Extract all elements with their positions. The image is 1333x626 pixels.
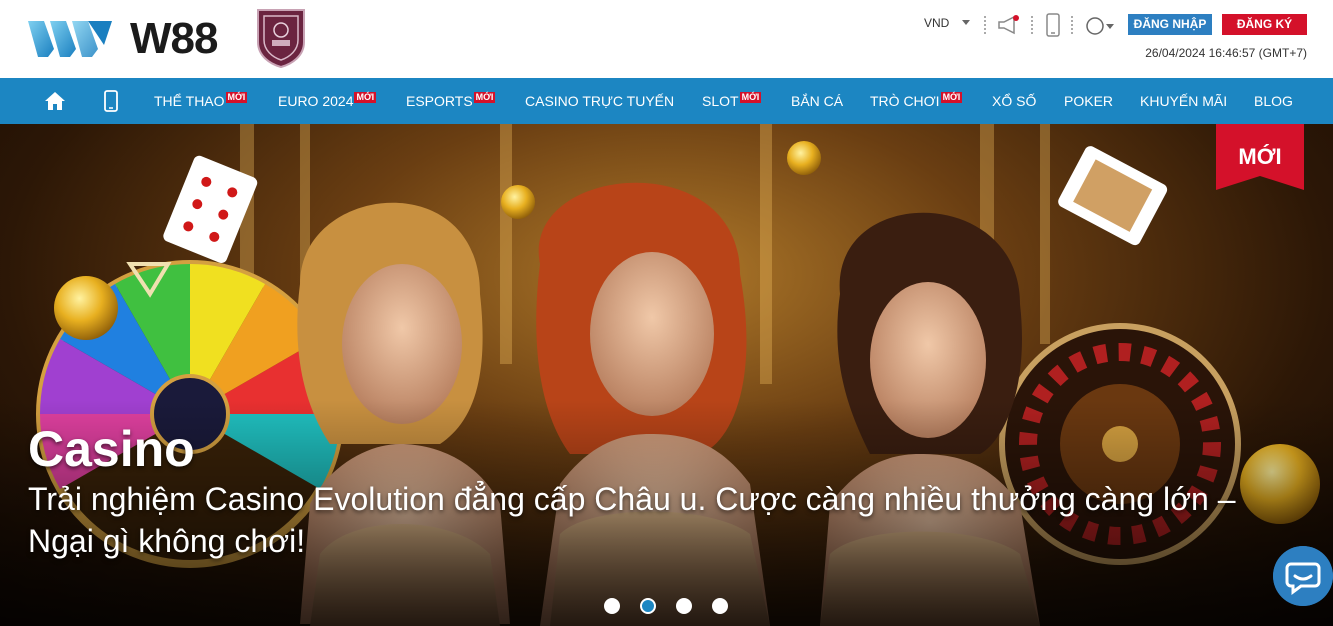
top-header: W88 VND ĐĂNG NHẬP ĐĂNG KÝ 26/04/2024 16:… bbox=[0, 0, 1333, 78]
phone-icon[interactable] bbox=[1045, 13, 1061, 37]
login-button[interactable]: ĐĂNG NHẬP bbox=[1128, 14, 1212, 35]
nav-item-xo-so[interactable]: XỔ SỐ bbox=[992, 78, 1036, 124]
new-ribbon-label: MỚI bbox=[1238, 144, 1282, 169]
carousel-dot-3[interactable] bbox=[676, 598, 692, 614]
nav-item-poker[interactable]: POKER bbox=[1064, 78, 1113, 124]
chevron-down-icon[interactable] bbox=[962, 20, 970, 25]
nav-item-tro-choi[interactable]: TRÒ CHƠI MỚI bbox=[870, 78, 963, 124]
hero-banner[interactable]: MỚI Casino Trải nghiệm Casino Evolution … bbox=[0, 124, 1333, 626]
carousel-dots bbox=[604, 598, 728, 614]
nav-item-esports[interactable]: ESPORTS MỚI bbox=[406, 78, 496, 124]
nav-item-label: POKER bbox=[1064, 93, 1114, 109]
nav-item-label: BẮN CÁ bbox=[791, 93, 844, 109]
currency-selector[interactable]: VND bbox=[924, 16, 949, 30]
nav-item-label: THỂ THAO bbox=[154, 93, 225, 109]
carousel-dot-2[interactable] bbox=[640, 598, 656, 614]
nav-item-label: CASINO TRỰC TUYẾN bbox=[525, 93, 675, 109]
nav-item-label: BLOG bbox=[1254, 93, 1293, 109]
nav-item-label: EURO 2024 bbox=[278, 93, 354, 109]
current-datetime: 26/04/2024 16:46:57 (GMT+7) bbox=[1145, 46, 1307, 60]
carousel-dot-4[interactable] bbox=[712, 598, 728, 614]
new-badge: MỚI bbox=[739, 92, 762, 103]
divider bbox=[1031, 16, 1033, 34]
nav-item-khuyen-mai[interactable]: KHUYẾN MÃI bbox=[1140, 78, 1227, 124]
register-button[interactable]: ĐĂNG KÝ bbox=[1222, 14, 1307, 35]
globe-icon[interactable] bbox=[1085, 16, 1115, 36]
mobile-icon[interactable] bbox=[104, 90, 118, 112]
nav-item-blog[interactable]: BLOG bbox=[1254, 78, 1293, 124]
nav-item-label: SLOT bbox=[702, 93, 739, 109]
nav-item-label: TRÒ CHƠI bbox=[870, 93, 940, 109]
hero-title: Casino bbox=[28, 421, 195, 477]
home-icon[interactable] bbox=[44, 91, 66, 111]
megaphone-icon[interactable] bbox=[996, 14, 1022, 36]
new-badge: MỚI bbox=[225, 92, 248, 103]
w88-logo-mark bbox=[28, 21, 112, 57]
brand-name: W88 bbox=[130, 14, 218, 63]
carousel-dot-1[interactable] bbox=[604, 598, 620, 614]
chat-icon[interactable] bbox=[1273, 546, 1333, 606]
nav-item-label: XỔ SỐ bbox=[992, 93, 1037, 109]
new-badge: MỚI bbox=[473, 92, 496, 103]
nav-item-ban-ca[interactable]: BẮN CÁ bbox=[791, 78, 843, 124]
main-nav: THỂ THAO MỚI EURO 2024 MỚI ESPORTS MỚI CASI… bbox=[0, 78, 1333, 124]
nav-item-casino-truc-tuyen[interactable]: CASINO TRỰC TUYẾN bbox=[525, 78, 674, 124]
nav-item-slot[interactable]: SLOT MỚI bbox=[702, 78, 762, 124]
nav-item-the-thao[interactable]: THỂ THAO MỚI bbox=[154, 78, 248, 124]
nav-item-label: ESPORTS bbox=[406, 93, 473, 109]
divider bbox=[1071, 16, 1073, 34]
new-badge: MỚI bbox=[354, 92, 377, 103]
nav-item-euro-2024[interactable]: EURO 2024 MỚI bbox=[278, 78, 377, 124]
nav-item-label: KHUYẾN MÃI bbox=[1140, 93, 1228, 109]
hero-subtitle: Trải nghiệm Casino Evolution đẳng cấp Ch… bbox=[28, 481, 1236, 559]
new-badge: MỚI bbox=[940, 92, 963, 103]
burnley-crest-icon bbox=[257, 9, 305, 68]
brand-logo[interactable]: W88 bbox=[28, 8, 218, 70]
divider bbox=[984, 16, 986, 34]
